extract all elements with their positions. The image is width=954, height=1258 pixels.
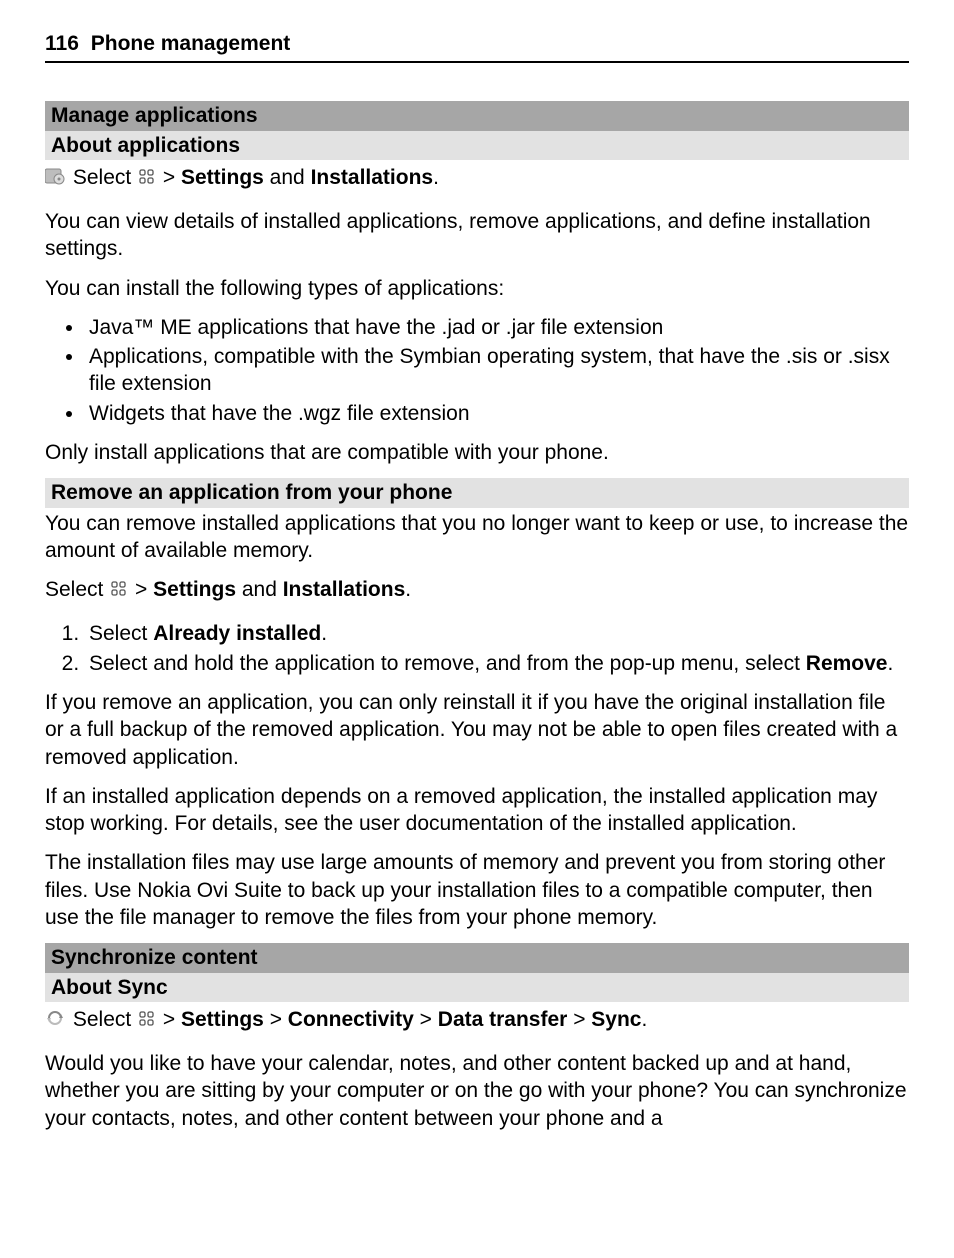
paragraph: If you remove an application, you can on… [45,689,909,771]
heading-synchronize-content: Synchronize content [45,943,909,972]
paragraph: If an installed application depends on a… [45,783,909,838]
select-path-installations-1: Select > Settings and Installations. [45,164,909,192]
paragraph: Would you like to have your calendar, no… [45,1050,909,1132]
data-transfer-label: Data transfer [438,1008,568,1031]
text: Select [89,622,153,645]
paragraph: You can remove installed applications th… [45,510,909,565]
select-path-sync: Select > Settings > Connectivity > Data … [45,1006,909,1034]
select-path-installations-2: Select > Settings and Installations. [45,576,909,604]
list-item: Applications, compatible with the Symbia… [85,343,909,398]
paragraph: You can view details of installed applic… [45,208,909,263]
text: and [264,166,311,189]
remove-label: Remove [806,652,888,675]
paragraph: The installation files may use large amo… [45,849,909,931]
sync-icon [45,1007,65,1034]
list-item: Select and hold the application to remov… [85,650,909,677]
heading-about-sync: About Sync [45,973,909,1002]
page-number: 116 [45,32,79,55]
text: . [405,578,411,601]
already-installed-label: Already installed [153,622,321,645]
text: Select and hold the application to remov… [89,652,806,675]
menu-grid-icon [139,165,155,192]
menu-grid-icon [139,1007,155,1034]
text: and [236,578,283,601]
text: . [321,622,327,645]
text: . [642,1008,648,1031]
app-types-list: Java™ ME applications that have the .jad… [45,314,909,427]
sync-label: Sync [591,1008,641,1031]
text: Select [73,166,137,189]
text: > [573,1008,591,1031]
list-item: Widgets that have the .wgz file extensio… [85,400,909,427]
text: . [887,652,893,675]
heading-manage-applications: Manage applications [45,101,909,130]
settings-label: Settings [181,1008,264,1031]
text: > [135,578,153,601]
app-settings-icon [45,165,65,192]
heading-remove-application: Remove an application from your phone [45,478,909,507]
paragraph: You can install the following types of a… [45,275,909,302]
connectivity-label: Connectivity [288,1008,414,1031]
text: Select [73,1008,137,1031]
installations-label: Installations [283,578,406,601]
remove-steps: Select Already installed. Select and hol… [45,620,909,677]
text: > [163,166,181,189]
text: > [163,1008,181,1031]
page-header: 116 Phone management [45,30,909,63]
heading-about-applications: About applications [45,131,909,160]
text: > [270,1008,288,1031]
list-item: Java™ ME applications that have the .jad… [85,314,909,341]
page-title: Phone management [91,32,291,55]
text: Select [45,578,109,601]
list-item: Select Already installed. [85,620,909,647]
paragraph: Only install applications that are compa… [45,439,909,466]
settings-label: Settings [153,578,236,601]
text: . [433,166,439,189]
installations-label: Installations [311,166,434,189]
menu-grid-icon [111,577,127,604]
settings-label: Settings [181,166,264,189]
text: > [420,1008,438,1031]
